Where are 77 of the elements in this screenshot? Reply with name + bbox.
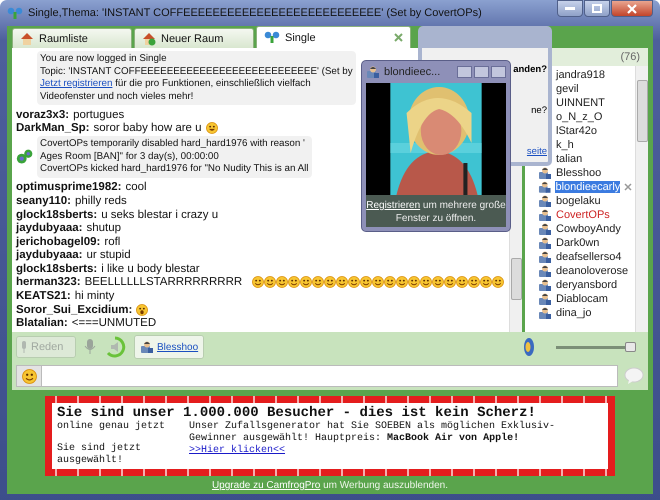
system-message-line: CovertOPs kicked hard_hard1976 for "No Nudity This is an All [40, 163, 308, 176]
chat-username: DarkMan_Sp: [16, 122, 90, 134]
user-name: dina_jo [556, 307, 592, 319]
window-title: Single,Thema: 'INSTANT COFFEEEEEEEEEEEEEEEEEEEEEEEEEEE' (Set by CovertOPs) [28, 7, 482, 19]
chat-username: Blatalian: [16, 317, 68, 330]
user-list-item[interactable]: blondieecarly [525, 180, 635, 194]
system-message-line: Topic: 'INSTANT COFFEEEEEEEEEEEEEEEEEEEEEEEEEEE' (Set by [40, 66, 353, 78]
user-list-item[interactable]: Blesshoo [525, 166, 635, 180]
chat-message: i like u body blestar [101, 262, 200, 275]
chat-message: philly reds [75, 195, 127, 208]
user-list-item[interactable]: bogelaku [525, 194, 635, 208]
dialog-link[interactable]: seite [526, 146, 547, 157]
user-link[interactable]: Blesshoo [157, 342, 198, 352]
chat-username: KEATS21: [16, 290, 71, 302]
user-list-item[interactable]: Dark0wn [525, 236, 635, 250]
chat-username: glock18sberts: [16, 262, 98, 275]
user-name: bogelaku [556, 195, 601, 207]
user-list-item[interactable]: CovertOPs [525, 208, 635, 222]
user-list-item[interactable]: deryansbord [525, 278, 635, 292]
chat-username: jerichobagel09: [16, 236, 100, 248]
upgrade-notice: um Werbung auszublenden. [322, 480, 448, 491]
ad-text: Sie sind jetzt ausgewählt! [57, 443, 142, 467]
chat-message: hi minty [74, 290, 114, 302]
user-name: blondieecarly [555, 181, 620, 193]
user-name: deryansbord [556, 279, 618, 291]
room-tab[interactable]: Neuer Raum [134, 28, 254, 48]
user-list-item[interactable]: CowboyAndy [525, 222, 635, 236]
user-list-item[interactable]: deafsellerso4 [525, 250, 635, 264]
chat-message: <===UNMUTED [72, 317, 156, 330]
video-window-title: blondieec... [384, 66, 440, 78]
register-link[interactable]: Registrieren [366, 200, 420, 211]
chat-message: rofl [104, 236, 120, 248]
room-tab[interactable]: Raumliste [12, 28, 132, 48]
user-list-item[interactable]: deanoloverose [525, 264, 635, 278]
system-message-line: Jetzt registrieren für die pro Funktionen, einschließlich vielfach [40, 78, 312, 90]
ad-link[interactable]: >>Hier klicken<< [189, 445, 286, 456]
chat-message: ur stupid [86, 249, 131, 262]
system-message-line: CovertOPs temporarily disabled hard_hard1976 with reason ' [40, 138, 306, 151]
ad-text: online genau jetzt [57, 421, 166, 433]
user-name: CovertOPs [556, 209, 610, 221]
chat-username: jaydubyaaa: [16, 222, 82, 234]
system-message-line: Ages Room [BAN]" for 3 day(s), 00:00:00 [40, 150, 220, 164]
user-count: (76) [620, 51, 640, 63]
room-tab[interactable]: Single [256, 26, 411, 48]
user-name: gevil [556, 83, 579, 95]
user-name: CowboyAndy [556, 223, 621, 235]
user-name: Diablocam [556, 293, 608, 305]
user-name: o_N_z_O [556, 111, 602, 123]
chat-username: Soror_Sui_Excidium: [16, 304, 132, 316]
user-name: deafsellerso4 [556, 251, 622, 263]
chat-message: BEELLLLLLSTARRRRRRRRR [84, 276, 242, 288]
ad-text: Unser Zufallsgenerator hat Sie SOEBEN als möglichen Exklusiv-Gewinner ausgewählt! Hauptpreis: MacBook Air von Apple! [189, 421, 556, 444]
user-name: talian [556, 153, 582, 165]
dialog-text: anden? [513, 64, 547, 75]
video-caption: Registrieren um mehrere große Fenster zu öffnen. [366, 195, 506, 227]
chat-message: u seks blestar i crazy u [101, 208, 218, 221]
user-list-item[interactable]: Diablocam [525, 292, 635, 306]
chat-username: glock18sberts: [16, 208, 98, 221]
user-name: Blesshoo [556, 167, 602, 179]
user-name: Dark0wn [556, 237, 600, 249]
user-name: lStar42o [556, 125, 597, 137]
chat-username: jaydubyaaa: [16, 249, 82, 262]
register-link[interactable]: Jetzt registrieren [40, 78, 112, 89]
chat-message: shutup [86, 222, 122, 234]
chat-username: herman323: [16, 276, 81, 288]
system-message-line: You are now logged in Single [40, 53, 168, 66]
user-list-item[interactable]: dina_jo [525, 306, 635, 320]
chat-message: soror baby how are u [94, 122, 202, 134]
chat-username: optimusprime1982: [16, 181, 122, 194]
user-name: deanoloverose [556, 265, 628, 277]
chat-username: seany110: [16, 195, 71, 208]
ad-headline: Sie sind unser 1.000.000 Besucher - dies ist kein Scherz! [57, 405, 536, 421]
chat-message: cool [125, 181, 147, 194]
system-message-line: Videofenster und noch vieles mehr! [40, 90, 194, 103]
dialog-text: ne? [531, 105, 547, 116]
chat-username: voraz3x3: [16, 108, 70, 121]
chat-message: portugues [73, 108, 124, 121]
